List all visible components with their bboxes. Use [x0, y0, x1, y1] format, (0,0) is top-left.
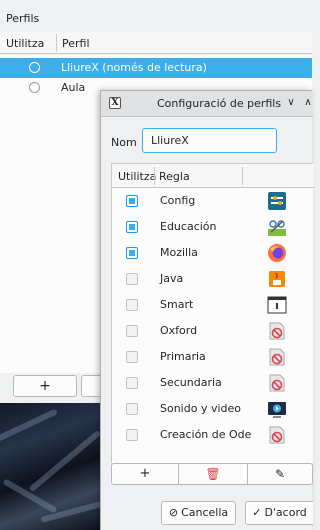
rule-label: Java [160, 272, 184, 285]
cancel-label: Cancella [181, 506, 229, 519]
rules-table: Utilitza Regla Config Educación Mozilla Jav… [111, 163, 314, 463]
column-separator [56, 34, 57, 52]
forbidden-icon [267, 347, 287, 367]
java-icon [267, 269, 287, 289]
column-header-use[interactable]: Utilitza [6, 37, 44, 50]
cancel-icon: ⊘ [168, 506, 179, 519]
profiles-table-header: Utilitza Perfil [0, 32, 312, 54]
dialog-titlebar[interactable]: X Configuració de perfils ∨ ∧ [101, 91, 313, 117]
rule-row[interactable]: Mozilla [112, 240, 314, 266]
rule-checkbox[interactable] [126, 377, 138, 389]
column-separator [242, 167, 243, 185]
rule-label: Primaria [160, 350, 206, 363]
rules-toolbar: + 🗑 ✎ [111, 463, 313, 487]
forbidden-icon [267, 321, 287, 341]
window-title: Perfils [6, 12, 40, 25]
profile-name-input[interactable] [142, 128, 277, 153]
column-header-use[interactable]: Utilitza [118, 170, 156, 183]
ok-button[interactable]: ✓ D'acord [245, 501, 313, 525]
forbidden-icon [267, 425, 287, 445]
rule-row[interactable]: Primaria [112, 344, 314, 370]
app-icon: X [109, 97, 121, 109]
smart-icon [267, 295, 287, 315]
delete-rule-button[interactable]: 🗑 [179, 463, 247, 485]
rule-row[interactable]: Oxford [112, 318, 314, 344]
rule-checkbox[interactable] [126, 299, 138, 311]
rule-checkbox[interactable] [126, 273, 138, 285]
name-label: Nom [111, 136, 137, 149]
checkmark-icon: ✓ [252, 506, 262, 519]
rule-checkbox[interactable] [126, 429, 138, 441]
rule-label: Creación de Ode [160, 428, 252, 441]
desktop-wallpaper [0, 403, 100, 530]
rule-label: Smart [160, 298, 194, 311]
rule-row[interactable]: Java [112, 266, 314, 292]
rule-row[interactable]: Educación [112, 214, 314, 240]
rule-checkbox[interactable] [126, 195, 138, 207]
rule-label: Config [160, 194, 196, 207]
add-rule-button[interactable]: + [111, 463, 179, 485]
ok-label: D'acord [264, 506, 307, 519]
profile-row-lliurex[interactable]: LliureX (només de lectura) [0, 58, 312, 78]
dialog-title: Configuració de perfils [157, 97, 282, 110]
firefox-icon [267, 243, 287, 263]
column-header-rule[interactable]: Regla [159, 170, 190, 183]
multimedia-icon [267, 399, 287, 419]
rule-label: Oxford [160, 324, 198, 337]
rules-table-header: Utilitza Regla [112, 164, 314, 188]
column-header-profile[interactable]: Perfil [62, 37, 90, 50]
rule-row[interactable]: Smart [112, 292, 314, 318]
profile-label: Aula [61, 81, 86, 94]
rule-checkbox[interactable] [126, 221, 138, 233]
rule-label: Mozilla [160, 246, 198, 259]
profile-radio[interactable] [29, 82, 40, 93]
rule-label: Sonido y video [160, 402, 242, 415]
rule-row[interactable]: Sonido y video [112, 396, 314, 422]
column-separator [154, 167, 155, 185]
edit-rule-button[interactable]: ✎ [247, 463, 313, 485]
rule-checkbox[interactable] [126, 247, 138, 259]
rule-checkbox[interactable] [126, 351, 138, 363]
forbidden-icon [267, 373, 287, 393]
rule-row[interactable]: Secundaria [112, 370, 314, 396]
rule-label: Secundaria [160, 376, 222, 389]
education-icon [267, 217, 287, 237]
profile-radio[interactable] [29, 62, 40, 73]
maximize-button[interactable]: ∧ [302, 95, 314, 111]
rule-label: Educación [160, 220, 217, 233]
minimize-button[interactable]: ∨ [284, 95, 298, 111]
profile-label: LliureX (només de lectura) [61, 61, 207, 74]
rule-row[interactable]: Config [112, 188, 314, 214]
cancel-button[interactable]: ⊘ Cancella [161, 501, 236, 525]
pencil-icon: ✎ [274, 467, 286, 481]
add-profile-button[interactable]: + [13, 375, 77, 397]
config-icon [267, 191, 287, 211]
rule-checkbox[interactable] [126, 403, 138, 415]
rule-checkbox[interactable] [126, 325, 138, 337]
profile-config-dialog: X Configuració de perfils ∨ ∧ Nom Utilit… [100, 90, 314, 530]
trash-icon: 🗑 [205, 467, 221, 481]
rule-row[interactable]: Creación de Ode [112, 422, 314, 448]
